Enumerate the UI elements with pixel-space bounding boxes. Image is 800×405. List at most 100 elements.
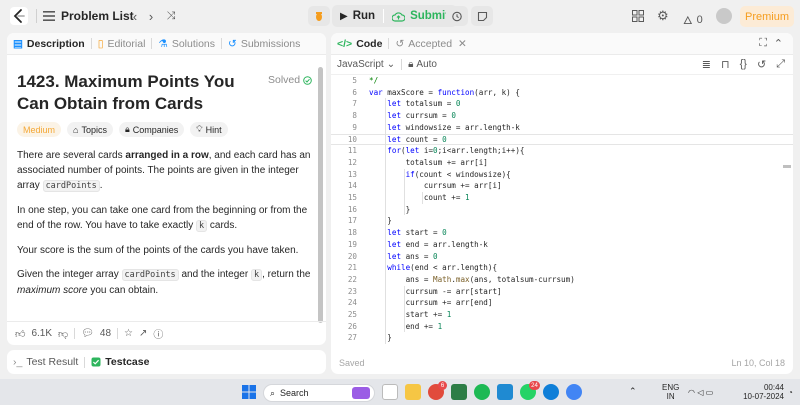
tab-editorial[interactable]: ▯ Editorial [92, 33, 152, 55]
code-line[interactable]: 19 let end = arr.length-k [331, 239, 793, 251]
code-line[interactable]: 21 while(end < arr.length){ [331, 262, 793, 274]
run-button[interactable]: ▶ Run [332, 5, 383, 27]
tray-status-icons[interactable]: ◠ ◁ ▭ [688, 388, 713, 397]
code-editor[interactable]: 5 */ 6 var maxScore = function(arr, k) {7 l… [331, 75, 793, 350]
code-line[interactable]: 24 currsum += arr[end] [331, 297, 793, 309]
next-problem-button[interactable]: › [143, 8, 159, 24]
like-button[interactable]: 👍︎ 6.1K [15, 328, 52, 340]
chrome-icon[interactable] [566, 384, 582, 400]
scrollbar[interactable] [783, 75, 791, 350]
code-line[interactable]: 20 let ans = 0 [331, 251, 793, 263]
problem-list-link[interactable]: Problem List [61, 9, 134, 23]
code-line[interactable]: 9 let windowsize = arr.length-k [331, 122, 793, 134]
hint-tag[interactable]: 💡︎ Hint [190, 122, 228, 137]
tab-code[interactable]: </> Code [331, 33, 388, 55]
prev-problem-button[interactable]: ‹ [127, 8, 143, 24]
random-problem-button[interactable]: ⤨ [163, 8, 179, 24]
code-line[interactable]: 14 currsum += arr[i] [331, 180, 793, 192]
code-line[interactable]: 16 } [331, 204, 793, 216]
code-text: currsum += arr[end] [369, 298, 493, 308]
code-line[interactable]: 8 let currsum = 0 [331, 110, 793, 122]
premium-button[interactable]: Premium [740, 6, 794, 27]
fullscreen-button[interactable]: ⛶ [759, 37, 767, 50]
chevron-right-icon: › [148, 8, 154, 24]
code-text: let windowsize = arr.length-k [387, 122, 520, 132]
format-braces-icon[interactable]: {} [740, 58, 747, 71]
save-status: Saved [339, 358, 365, 368]
code-line[interactable]: 22 ans = Math.max(ans, totalsum-currsum) [331, 274, 793, 286]
vscode-icon[interactable] [497, 384, 513, 400]
notes-button[interactable] [471, 6, 493, 26]
description-paragraph: Your score is the sum of the points of t… [17, 245, 299, 256]
close-icon[interactable]: ✕ [458, 38, 467, 50]
spotify-icon[interactable] [474, 384, 490, 400]
clock[interactable]: 00:44 10-07-2024 [742, 383, 784, 401]
code-line[interactable]: 26 end += 1 [331, 321, 793, 333]
topics-tag[interactable]: ⌂ Topics [67, 122, 113, 137]
leetcode-logo-icon[interactable] [10, 7, 28, 25]
taskbar-search[interactable]: ⌕ Search [263, 384, 375, 402]
line-number: 14 [347, 181, 357, 191]
tab-test-result[interactable]: ›_ Test Result [13, 356, 78, 368]
code-line[interactable]: 18 let start = 0 [331, 227, 793, 239]
companies-tag[interactable]: 🔒︎ Companies [118, 122, 185, 137]
code-line[interactable]: 10 let count = 0 [331, 133, 793, 146]
help-button[interactable]: ⓘ [153, 326, 163, 341]
settings-button[interactable]: ⚙ [657, 8, 669, 23]
timer-button[interactable] [446, 6, 468, 26]
code-text: */ [369, 76, 379, 85]
tray-chevron-icon[interactable]: ⌃ [629, 387, 637, 396]
code-text: ans = Math.max(ans, totalsum-currsum) [369, 274, 575, 284]
notification-badge: 24 [529, 381, 540, 390]
description-paragraph: In one step, you can take one card from … [17, 205, 308, 232]
notes-icon[interactable]: ≣ [702, 58, 711, 71]
tab-accepted[interactable]: ↺ Accepted ✕ [389, 33, 472, 55]
tab-testcase[interactable]: Testcase [91, 356, 149, 368]
code-line[interactable]: 7 let totalsum = 0 [331, 98, 793, 110]
notification-bell-icon[interactable]: ◔ [788, 388, 793, 397]
debug-button[interactable] [308, 6, 330, 26]
scrollbar[interactable] [318, 67, 323, 323]
tab-description[interactable]: ▤ Description [7, 33, 91, 55]
task-view-icon[interactable] [382, 384, 398, 400]
line-number: 5 [352, 76, 357, 85]
list-icon[interactable] [43, 10, 55, 22]
layout-button[interactable] [632, 9, 644, 23]
scroll-marker [783, 165, 791, 168]
comments-button[interactable]: 💬︎ 48 [81, 328, 111, 339]
dislike-button[interactable]: 👎︎ [58, 328, 68, 340]
auto-mode-toggle[interactable]: 🔒︎ Auto [408, 59, 437, 70]
language-indicator[interactable]: ENG IN [662, 383, 679, 401]
code-line[interactable]: 17 } [331, 215, 793, 227]
edge-icon[interactable] [543, 384, 559, 400]
code-line[interactable]: 6 var maxScore = function(arr, k) { [331, 87, 793, 99]
avatar[interactable] [716, 8, 732, 24]
code-line[interactable]: 12 totalsum += arr[i] [331, 157, 793, 169]
checkbox-icon [91, 357, 101, 367]
code-line[interactable]: 15 count += 1 [331, 192, 793, 204]
app-icon[interactable] [451, 384, 467, 400]
code-line[interactable]: 27 } [331, 332, 793, 344]
expand-icon[interactable]: ⤢ [776, 58, 785, 71]
code-line[interactable]: 11 for(let i=0;i<arr.length;i++){ [331, 145, 793, 157]
reset-icon[interactable]: ↺ [757, 58, 766, 71]
bookmark-icon[interactable]: ⊓ [721, 58, 730, 71]
code-line[interactable]: 23 currsum -= arr[start] [331, 286, 793, 298]
alarm-clock-icon [452, 11, 462, 22]
code-text: end += 1 [405, 321, 443, 331]
difficulty-badge: Medium [17, 122, 62, 137]
code-line[interactable]: 5 */ [331, 75, 793, 87]
collapse-button[interactable]: ⌃ [774, 37, 783, 50]
code-line[interactable]: 25 start += 1 [331, 309, 793, 321]
tab-solutions[interactable]: ⚗ Solutions [152, 33, 221, 55]
share-button[interactable]: ↗ [139, 328, 147, 339]
language-select[interactable]: JavaScript ⌄ [337, 59, 395, 70]
tab-submissions[interactable]: ↺ Submissions [222, 33, 306, 55]
description-tabs: ▤ Description ▯ Editorial ⚗ Solutions ↺ … [7, 33, 326, 55]
streak-counter[interactable]: 🜂 0 [683, 9, 703, 31]
file-explorer-icon[interactable] [405, 384, 421, 400]
description-paragraph: Given the integer array cardPoints and t… [17, 269, 311, 296]
favorite-button[interactable]: ☆ [124, 328, 133, 339]
windows-start-icon[interactable] [241, 384, 257, 400]
code-line[interactable]: 13 if(count < windowsize){ [331, 169, 793, 181]
